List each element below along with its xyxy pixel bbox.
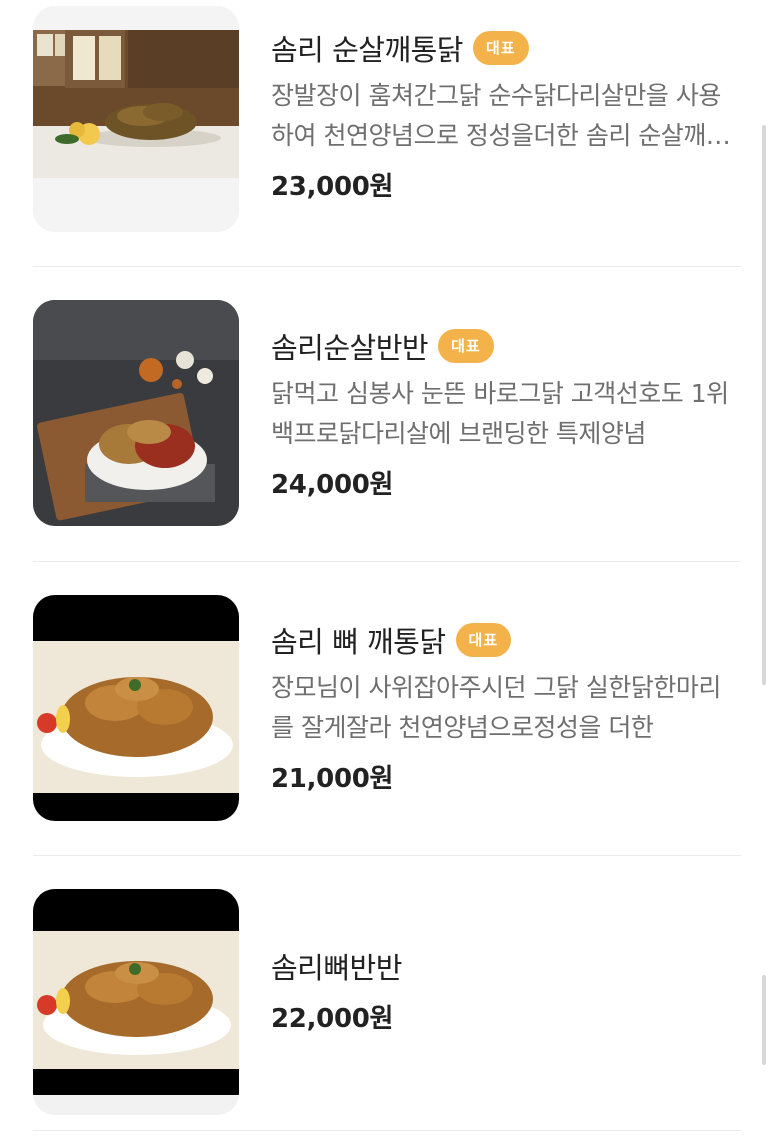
bone-in-half-half-illustration [33, 889, 239, 1095]
bone-in-chicken-illustration [33, 595, 239, 821]
menu-item-name: 솜리 순살깨통닭 [271, 33, 463, 67]
scrollbar-thumb[interactable] [762, 975, 766, 1065]
menu-item-info: 솜리뼈반반 22,000원 [271, 946, 741, 1035]
menu-item-info: 솜리순살반반 대표 닭먹고 심봉사 눈뜬 바로그닭 고객선호도 1위 백프로닭다… [271, 326, 741, 501]
fried-chicken-plate-illustration [33, 6, 239, 232]
menu-item-sunsal-banban[interactable]: 솜리순살반반 대표 닭먹고 심봉사 눈뜬 바로그닭 고객선호도 1위 백프로닭다… [0, 295, 773, 590]
menu-item-price: 22,000원 [271, 1004, 394, 1034]
divider [33, 1130, 741, 1131]
menu-list: 솜리 순살깨통닭 대표 장발장이 훔쳐간그닭 순수닭다리살만을 사용하여 천연양… [0, 0, 773, 1139]
menu-item-name: 솜리 뼈 깨통닭 [271, 625, 446, 659]
menu-item-name: 솜리뼈반반 [271, 951, 402, 985]
half-half-chicken-platter-image[interactable] [33, 300, 239, 526]
divider [33, 855, 741, 856]
divider [33, 561, 741, 562]
scrollbar[interactable] [762, 125, 766, 685]
menu-item-ppyeo-kkaetongdak[interactable]: 솜리 뼈 깨통닭 대표 장모님이 사위잡아주시던 그닭 실한닭한마리를 잘게잘라… [0, 590, 773, 885]
menu-item-sunsal-kkaetongdak[interactable]: 솜리 순살깨통닭 대표 장발장이 훔쳐간그닭 순수닭다리살만을 사용하여 천연양… [0, 0, 773, 295]
menu-item-price: 21,000원 [271, 764, 394, 794]
bone-in-half-half-chicken-image[interactable] [33, 889, 239, 1115]
menu-item-price: 23,000원 [271, 172, 394, 202]
menu-item-ppyeo-banban[interactable]: 솜리뼈반반 22,000원 [0, 884, 773, 1139]
signature-badge: 대표 [438, 329, 494, 363]
bone-in-chicken-plate-image[interactable] [33, 595, 239, 821]
menu-item-description: 닭먹고 심봉사 눈뜬 바로그닭 고객선호도 1위 백프로닭다리살에 브랜딩한 특… [271, 379, 729, 448]
menu-item-info: 솜리 뼈 깨통닭 대표 장모님이 사위잡아주시던 그닭 실한닭한마리를 잘게잘라… [271, 620, 741, 795]
signature-badge: 대표 [472, 31, 529, 65]
signature-badge: 대표 [455, 623, 512, 657]
menu-item-description: 장모님이 사위잡아주시던 그닭 실한닭한마리를 잘게잘라 천연양념으로정성을 더… [271, 673, 721, 742]
menu-item-info: 솜리 순살깨통닭 대표 장발장이 훔쳐간그닭 순수닭다리살만을 사용하여 천연양… [271, 28, 741, 203]
half-half-chicken-illustration [33, 300, 239, 526]
menu-item-name: 솜리순살반반 [271, 331, 429, 365]
divider [33, 266, 741, 267]
menu-item-description: 장발장이 훔쳐간그닭 순수닭다리살만을 사용하여 천연양념으로 정성을더한 솜리… [271, 81, 729, 150]
fried-chicken-plate-image[interactable] [33, 6, 239, 232]
menu-item-price: 24,000원 [271, 470, 394, 500]
